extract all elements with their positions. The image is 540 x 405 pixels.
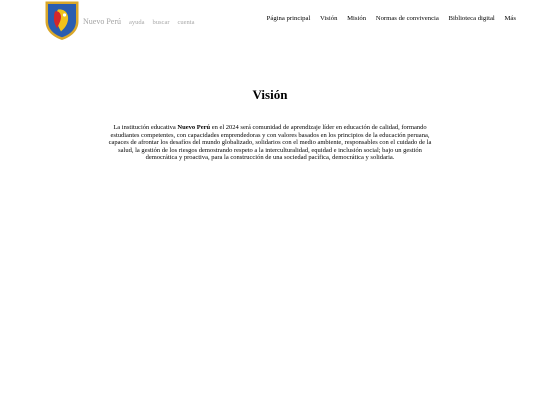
- emblem-white-dot: [62, 13, 67, 17]
- account-link[interactable]: cuenta: [178, 19, 195, 26]
- nav-item-home[interactable]: Página principal: [267, 15, 311, 22]
- vision-text-intro: La institución educativa: [113, 124, 178, 131]
- site-branding: Nuevo Perú ayuda buscar cuenta: [83, 15, 194, 28]
- vision-text-school-name: Nuevo Perú: [177, 124, 211, 131]
- search-link[interactable]: buscar: [153, 19, 170, 26]
- help-link[interactable]: ayuda: [129, 19, 145, 26]
- page-title: Visión: [252, 87, 288, 102]
- nav-item-more[interactable]: Más: [504, 15, 516, 22]
- shield-icon: [45, 1, 79, 40]
- site-name-link[interactable]: Nuevo Perú: [83, 17, 121, 26]
- nav-item-vision[interactable]: Visión: [320, 15, 337, 22]
- nav-item-mission[interactable]: Misión: [347, 15, 366, 22]
- main-navigation: Página principal Visión Misión Normas de…: [267, 15, 516, 23]
- vision-paragraph: La institución educativa Nuevo Perú en e…: [108, 124, 432, 162]
- nav-item-rules[interactable]: Normas de convivencia: [376, 15, 439, 22]
- nav-item-library[interactable]: Biblioteca digital: [449, 15, 495, 22]
- school-shield-logo[interactable]: [44, 0, 80, 41]
